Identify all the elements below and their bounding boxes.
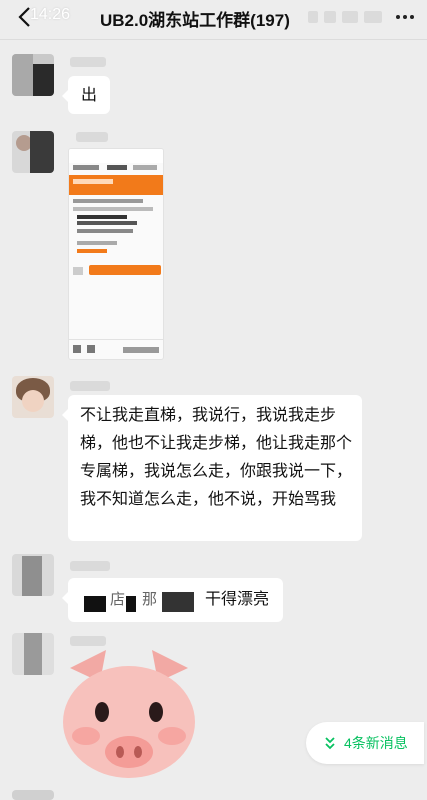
chat-header: 14:26 UB2.0湖东站工作群(197): [0, 0, 427, 40]
message-text: 干得漂亮: [205, 589, 270, 608]
pig-sticker-icon[interactable]: [58, 646, 200, 780]
redacted-text: [162, 592, 194, 612]
avatar[interactable]: [12, 554, 54, 596]
avatar[interactable]: [12, 376, 54, 418]
sender-name: [76, 132, 108, 142]
message-bubble[interactable]: 出: [62, 76, 110, 114]
message-fragment: 店: [110, 590, 126, 608]
chat-title: UB2.0湖东站工作群(197): [100, 11, 290, 30]
avatar[interactable]: [12, 633, 54, 675]
message-bubble[interactable]: 不让我走直梯，我说行，我说我走步梯，他也不让我走步梯，他让我走那个专属梯，我说怎…: [62, 395, 362, 541]
back-chevron-icon: [18, 7, 30, 27]
avatar[interactable]: [12, 54, 54, 96]
new-messages-label: 4条新消息: [344, 735, 408, 751]
status-icons: [308, 8, 388, 26]
more-button[interactable]: [390, 4, 420, 30]
message-bubble[interactable]: 店 那 干得漂亮: [62, 578, 283, 622]
message-text: 不让我走直梯，我说行，我说我走步梯，他也不让我走步梯，他让我走那个专属梯，我说怎…: [80, 405, 353, 508]
redacted-text: [126, 596, 136, 612]
redacted-text: [84, 596, 106, 612]
image-message[interactable]: [68, 148, 164, 360]
status-time: 14:26: [30, 6, 71, 23]
avatar[interactable]: [12, 790, 54, 800]
double-chevron-down-icon: [325, 737, 335, 750]
sender-name: [70, 636, 106, 646]
sender-name: [70, 381, 110, 391]
sender-name: [70, 57, 106, 67]
new-messages-button[interactable]: 4条新消息: [306, 722, 424, 764]
sender-name: [70, 561, 110, 571]
more-icon: [396, 15, 414, 19]
avatar[interactable]: [12, 131, 54, 173]
message-text: 出: [81, 85, 98, 104]
message-fragment: 那: [142, 590, 158, 608]
